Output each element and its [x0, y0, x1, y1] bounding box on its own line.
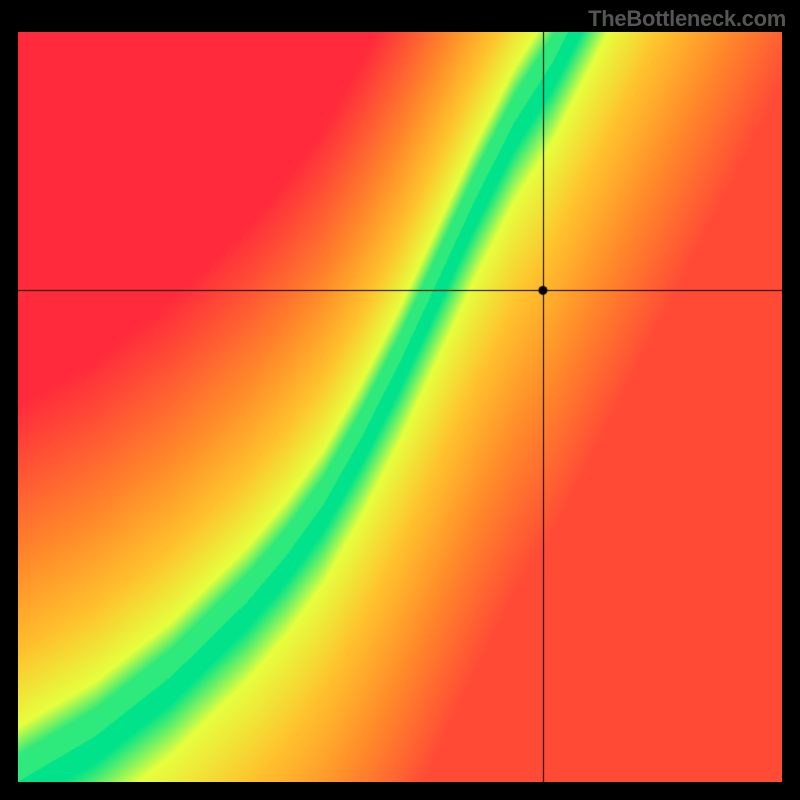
- bottleneck-heatmap: [18, 32, 782, 782]
- chart-container: TheBottleneck.com: [0, 0, 800, 800]
- watermark-text: TheBottleneck.com: [588, 6, 786, 32]
